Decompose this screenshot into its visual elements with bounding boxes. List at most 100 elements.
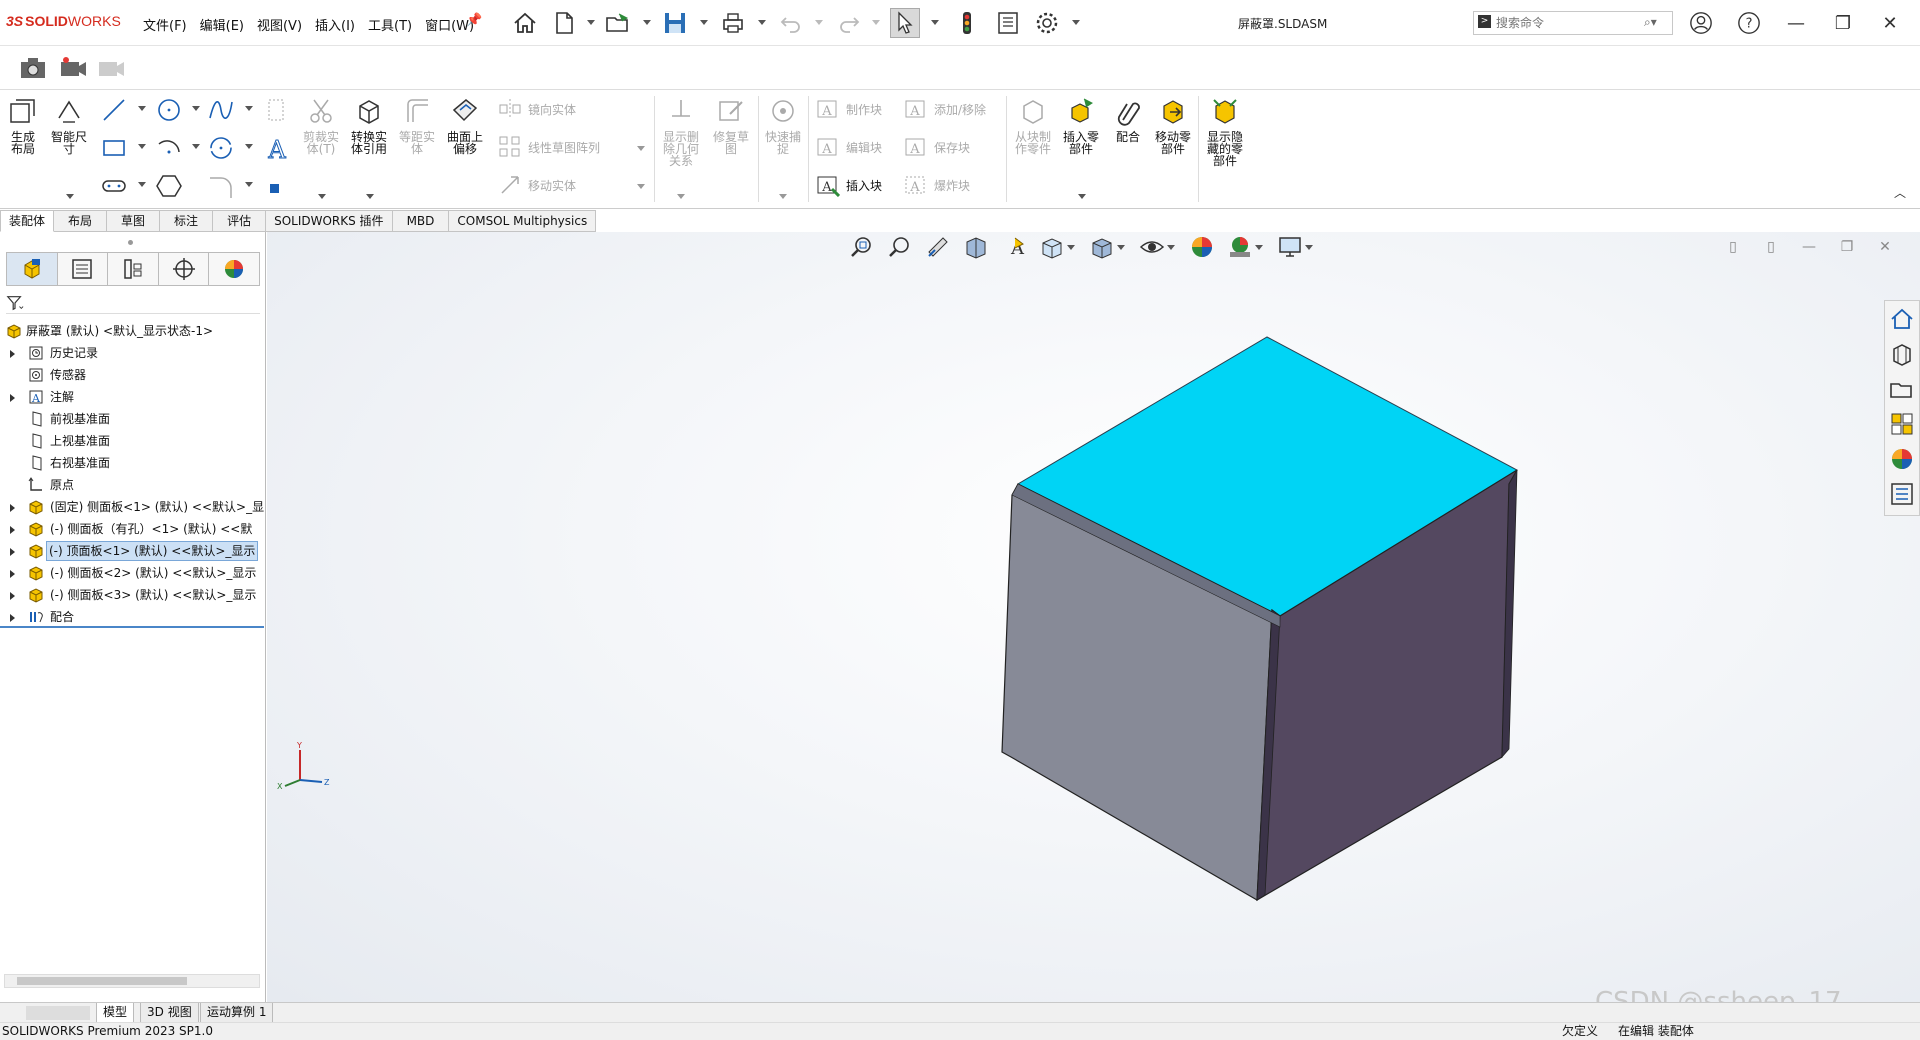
screen-capture-button[interactable] bbox=[18, 54, 48, 82]
linear-sketch-pattern-button[interactable]: 线性草图阵列 bbox=[498, 134, 600, 160]
ellipse-icon[interactable] bbox=[207, 134, 235, 162]
file-properties-button[interactable] bbox=[993, 8, 1023, 38]
ellipse-dropdown-icon[interactable] bbox=[245, 144, 253, 149]
insert-components-dropdown-icon[interactable] bbox=[1078, 194, 1086, 199]
redo-dropdown-icon[interactable] bbox=[872, 20, 880, 25]
line-icon[interactable] bbox=[100, 96, 128, 124]
fillet-dropdown-icon[interactable] bbox=[245, 182, 253, 187]
tab-display-manager[interactable] bbox=[209, 253, 259, 285]
tree-item-sensors[interactable]: 传感器 bbox=[0, 364, 264, 386]
undo-dropdown-icon[interactable] bbox=[815, 20, 823, 25]
task-pane-design-library[interactable] bbox=[1885, 337, 1919, 371]
open-button[interactable] bbox=[603, 8, 633, 38]
tile-left-button[interactable]: ▯ bbox=[1718, 236, 1748, 258]
tree-item-top-panel[interactable]: (-) 顶面板<1> (默认) <<默认>_显示 bbox=[0, 540, 264, 562]
view-orientation-dropdown-icon[interactable] bbox=[1067, 244, 1075, 250]
tab-markup[interactable]: 标注 bbox=[160, 210, 214, 232]
sketch-tools-dropdown-icon[interactable] bbox=[318, 194, 326, 199]
apply-scene-button[interactable] bbox=[1225, 233, 1255, 261]
stop-video-button[interactable] bbox=[96, 54, 126, 82]
line-dropdown-icon[interactable] bbox=[138, 106, 146, 111]
doc-close-button[interactable]: ✕ bbox=[1870, 236, 1900, 258]
add-remove-block-button[interactable]: A 添加/移除 bbox=[904, 96, 986, 122]
expand-arrow-icon[interactable] bbox=[10, 350, 15, 358]
tree-item-mates[interactable]: 配合 bbox=[0, 606, 264, 628]
undo-button[interactable] bbox=[776, 8, 806, 38]
pattern-dropdown-icon[interactable] bbox=[637, 146, 645, 151]
mate-button[interactable]: 配合 bbox=[1105, 96, 1151, 143]
display-delete-relations-button[interactable]: 显示删 除几何 关系 bbox=[658, 96, 704, 167]
scene-dropdown-icon[interactable] bbox=[1255, 244, 1263, 250]
expand-arrow-icon[interactable] bbox=[10, 504, 15, 512]
view-settings-dropdown-icon[interactable] bbox=[1305, 244, 1313, 250]
tree-item-annotations[interactable]: A 注解 bbox=[0, 386, 264, 408]
task-pane-resources[interactable] bbox=[1885, 302, 1919, 336]
hide-show-dropdown-icon[interactable] bbox=[1167, 244, 1175, 250]
expand-arrow-icon[interactable] bbox=[10, 570, 15, 578]
tab-scroll-buttons[interactable] bbox=[26, 1006, 90, 1020]
previous-view-button[interactable] bbox=[923, 233, 953, 261]
tree-item-right-plane[interactable]: 右视基准面 bbox=[0, 452, 264, 474]
maximize-button[interactable]: ❐ bbox=[1828, 9, 1858, 37]
spline-icon[interactable] bbox=[207, 96, 235, 124]
move-entities-button[interactable]: 移动实体 bbox=[498, 172, 576, 198]
select-dropdown-icon[interactable] bbox=[931, 20, 939, 25]
select-button[interactable] bbox=[890, 8, 920, 38]
menu-file[interactable]: 文件(F) bbox=[143, 15, 187, 34]
zoom-to-fit-button[interactable] bbox=[847, 233, 877, 261]
search-icon[interactable]: ⌕▾ bbox=[1644, 15, 1657, 30]
tab-solidworks-addins[interactable]: SOLIDWORKS 插件 bbox=[266, 210, 393, 232]
tree-item-origin[interactable]: 原点 bbox=[0, 474, 264, 496]
tree-item-side-panel-3[interactable]: (-) 侧面板<3> (默认) <<默认>_显示 bbox=[0, 584, 264, 606]
straight-slot-icon[interactable] bbox=[100, 172, 128, 200]
edit-block-button[interactable]: A 编辑块 bbox=[816, 134, 882, 160]
make-block-button[interactable]: A 制作块 bbox=[816, 96, 882, 122]
new-document-button[interactable] bbox=[549, 8, 579, 38]
rebuild-button[interactable] bbox=[952, 8, 982, 38]
relations-dropdown-icon[interactable] bbox=[677, 194, 685, 199]
circle-dropdown-icon[interactable] bbox=[192, 106, 200, 111]
open-dropdown-icon[interactable] bbox=[643, 20, 651, 25]
print-button[interactable] bbox=[718, 8, 748, 38]
insert-components-button[interactable]: 插入零 部件 bbox=[1058, 96, 1104, 155]
redo-button[interactable] bbox=[834, 8, 864, 38]
pin-menu-icon[interactable]: 📌 bbox=[466, 13, 482, 28]
doc-minimize-button[interactable]: — bbox=[1794, 236, 1824, 258]
tree-item-side-panel-1[interactable]: (固定) 侧面板<1> (默认) <<默认>_显 bbox=[0, 496, 264, 518]
move-dropdown-icon[interactable] bbox=[637, 184, 645, 189]
tab-mbd[interactable]: MBD bbox=[392, 210, 450, 232]
offset-entities-button[interactable]: 等距实 体 bbox=[394, 96, 440, 155]
model-viewport[interactable] bbox=[727, 327, 1527, 927]
scrollbar-thumb[interactable] bbox=[17, 977, 187, 985]
record-video-button[interactable] bbox=[58, 54, 88, 82]
minimize-button[interactable]: — bbox=[1781, 9, 1811, 37]
doc-restore-button[interactable]: ❐ bbox=[1832, 236, 1862, 258]
display-style-dropdown-icon[interactable] bbox=[1117, 244, 1125, 250]
command-search[interactable]: > ⌕▾ bbox=[1473, 11, 1673, 35]
tree-item-side-panel-holes[interactable]: (-) 侧面板（有孔）<1> (默认) <<默 bbox=[0, 518, 264, 540]
collapse-ribbon-icon[interactable]: ︿ bbox=[1894, 184, 1906, 201]
fillet-icon[interactable] bbox=[207, 172, 235, 200]
tile-right-button[interactable]: ▯ bbox=[1756, 236, 1786, 258]
expand-arrow-icon[interactable] bbox=[10, 614, 15, 622]
help-button[interactable]: ? bbox=[1734, 9, 1764, 37]
tab-configuration-manager[interactable] bbox=[108, 253, 159, 285]
solidworks-logo[interactable]: 3S SOLIDWORKS bbox=[6, 13, 121, 29]
options-dropdown-icon[interactable] bbox=[1072, 20, 1080, 25]
text-icon[interactable]: A bbox=[263, 134, 291, 163]
tab-evaluate[interactable]: 评估 bbox=[213, 210, 267, 232]
task-pane-appearances[interactable] bbox=[1885, 442, 1919, 476]
slot-dropdown-icon[interactable] bbox=[138, 182, 146, 187]
menu-edit[interactable]: 编辑(E) bbox=[200, 15, 244, 34]
dynamic-annotation-view-button[interactable]: A bbox=[999, 233, 1029, 261]
tree-root-assembly[interactable]: 屏蔽罩 (默认) <默认_显示状态-1> bbox=[0, 320, 264, 342]
tab-comsol[interactable]: COMSOL Multiphysics bbox=[449, 210, 597, 232]
close-button[interactable]: ✕ bbox=[1875, 9, 1905, 37]
horizontal-scrollbar[interactable] bbox=[4, 974, 260, 988]
convert-dropdown-icon[interactable] bbox=[366, 194, 374, 199]
tab-assembly[interactable]: 装配体 bbox=[0, 210, 55, 232]
offset-on-surface-button[interactable]: 曲面上 偏移 bbox=[442, 96, 488, 155]
snaps-dropdown-icon[interactable] bbox=[779, 194, 787, 199]
circle-icon[interactable] bbox=[155, 96, 183, 124]
save-button[interactable] bbox=[660, 8, 690, 38]
